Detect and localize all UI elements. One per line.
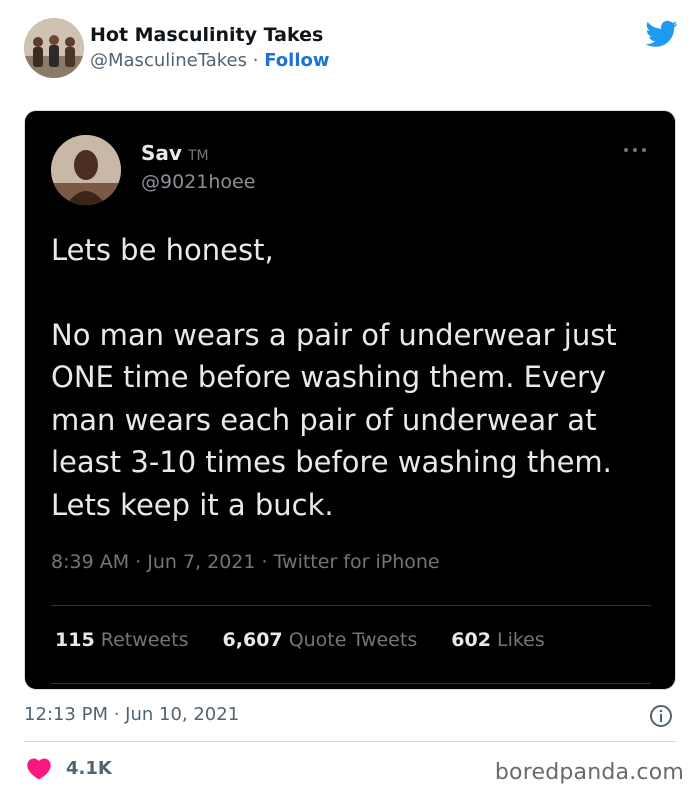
author-avatar[interactable]: [24, 18, 84, 78]
likes-stat: 602 Likes: [451, 629, 545, 651]
separator-dot: ·: [252, 50, 259, 71]
quotes-stat: 6,607 Quote Tweets: [223, 629, 418, 651]
like-button[interactable]: 4.1K: [26, 754, 112, 782]
quoted-meta: 8:39 AM · Jun 7, 2021 · Twitter for iPho…: [51, 551, 440, 573]
divider: [51, 683, 651, 684]
watermark: boredpanda.com: [494, 760, 684, 785]
quoted-paragraph-1: Lets be honest,: [51, 233, 274, 267]
quoted-name-text: Sav: [141, 141, 182, 165]
likes-label: Likes: [496, 629, 545, 651]
info-icon[interactable]: [649, 704, 673, 728]
twitter-bird-icon[interactable]: [646, 20, 678, 48]
quoted-handle: @9021hoee: [141, 171, 256, 193]
author-name[interactable]: Hot Masculinity Takes: [90, 24, 323, 46]
quotes-count: 6,607: [222, 629, 283, 651]
quoted-name: Sav TM: [141, 141, 209, 165]
quoted-tweet-screenshot: Sav TM @9021hoee Lets be honest, No man w…: [24, 110, 676, 690]
quotes-label: Quote Tweets: [288, 629, 418, 651]
likes-count: 602: [451, 629, 491, 651]
follow-button[interactable]: Follow: [264, 50, 329, 71]
divider: [51, 605, 651, 606]
more-options-icon: [624, 148, 646, 152]
heart-icon: [27, 758, 51, 780]
tweet-timestamp[interactable]: 12:13 PM · Jun 10, 2021: [24, 704, 239, 725]
retweets-stat: 115 Retweets: [55, 629, 188, 651]
embed-header: Hot Masculinity Takes @MasculineTakes · …: [24, 16, 684, 80]
tweet-embed: Hot Masculinity Takes @MasculineTakes · …: [0, 0, 700, 795]
author-handle-line: @MasculineTakes · Follow: [90, 50, 330, 71]
quoted-paragraph-2: No man wears a pair of underwear just ON…: [51, 317, 617, 522]
footer-divider: [24, 741, 676, 742]
retweets-count: 115: [55, 629, 95, 651]
quoted-stats: 115 Retweets 6,607 Quote Tweets 602 Like…: [55, 629, 573, 651]
quoted-avatar: [51, 135, 121, 205]
like-count: 4.1K: [66, 757, 112, 779]
quoted-tweet-text: Lets be honest, No man wears a pair of u…: [51, 229, 651, 526]
quoted-badge: TM: [187, 148, 209, 164]
author-handle[interactable]: @MasculineTakes: [90, 50, 247, 71]
retweets-label: Retweets: [100, 629, 189, 651]
